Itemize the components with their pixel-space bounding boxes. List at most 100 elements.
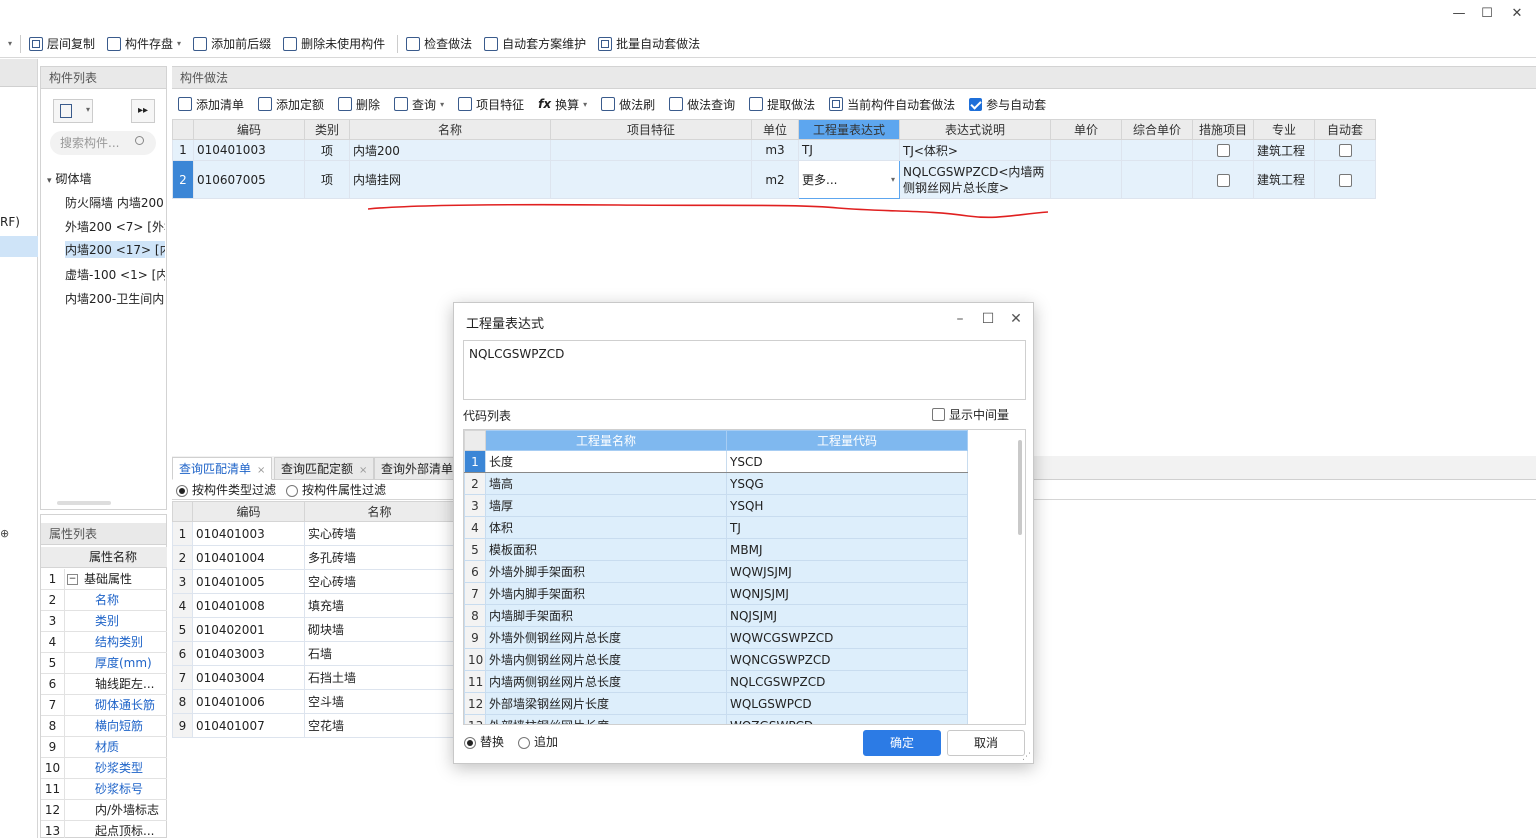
cancel-button[interactable]: 取消	[947, 730, 1025, 756]
filter-type-option[interactable]: 按构件类型过滤	[176, 481, 276, 498]
close-button[interactable]: ✕	[1502, 6, 1532, 21]
floor-copy-button[interactable]: 层间复制	[29, 35, 95, 52]
minimize-button[interactable]: —	[1444, 6, 1474, 21]
col-expr-desc[interactable]: 表达式说明	[899, 119, 1051, 140]
property-row[interactable]: 3 类别	[41, 611, 167, 632]
convert-button[interactable]: fx 换算 ▾	[538, 96, 587, 113]
maximize-icon[interactable]: ☐	[978, 311, 998, 327]
tree-group[interactable]: ▾ 砌体墙	[47, 170, 92, 187]
cell-quantity-code[interactable]: TJ	[726, 516, 968, 539]
cell-code[interactable]: 010401003	[192, 521, 305, 546]
table-row[interactable]: 5 010402001 砌块墙	[172, 617, 455, 642]
chevron-down-icon[interactable]: ▾	[177, 39, 181, 48]
property-row[interactable]: 7 砌体通长筋	[41, 695, 167, 716]
cell-quantity-name[interactable]: 模板面积	[485, 538, 727, 561]
delete-button[interactable]: 删除	[338, 96, 380, 113]
method-query-button[interactable]: 做法查询	[669, 96, 735, 113]
table-row[interactable]: 1 010401003 实心砖墙	[172, 521, 455, 546]
tab-match-quota[interactable]: 查询匹配定额 ×	[274, 457, 375, 480]
add-list-button[interactable]: 添加清单	[178, 96, 244, 113]
cell-name[interactable]: 空斗墙	[304, 689, 455, 714]
cell-quantity-code[interactable]: WQLGSWPCD	[726, 692, 968, 715]
close-icon[interactable]: ×	[257, 465, 265, 476]
cell-measure[interactable]	[1192, 139, 1254, 161]
code-row[interactable]: 3 墙厚 YSQH	[464, 494, 968, 517]
current-auto-button[interactable]: 当前构件自动套做法	[829, 96, 955, 113]
cell-code[interactable]: 010401006	[192, 689, 305, 714]
code-row[interactable]: 1 长度 YSCD	[464, 450, 968, 473]
cell-name[interactable]: 填充墙	[304, 593, 455, 618]
cell-quantity-name[interactable]: 墙厚	[485, 494, 727, 517]
cell-code[interactable]: 010402001	[192, 617, 305, 642]
cell-quantity-name[interactable]: 外墙内脚手架面积	[485, 582, 727, 605]
check-method-button[interactable]: 检查做法	[406, 35, 472, 52]
col-name[interactable]: 名称	[349, 119, 551, 140]
cell-quantity-code[interactable]: YSQG	[726, 472, 968, 495]
tree-item-selected[interactable]: 内墙200 <17> [内	[65, 241, 165, 258]
cell-unit[interactable]: m2	[751, 160, 799, 199]
cell-name[interactable]: 内墙挂网	[349, 160, 551, 199]
table-row[interactable]: 6 010403003 石墙	[172, 641, 455, 666]
cell-name[interactable]: 空心砖墙	[304, 569, 455, 594]
col-major[interactable]: 专业	[1253, 119, 1315, 140]
cell-auto[interactable]	[1314, 139, 1376, 161]
code-row[interactable]: 9 外墙外侧钢丝网片总长度 WQWCGSWPZCD	[464, 626, 968, 649]
property-row[interactable]: 4 结构类别	[41, 632, 167, 653]
cell-major[interactable]: 建筑工程	[1253, 160, 1315, 199]
query-button[interactable]: 查询 ▾	[394, 96, 444, 113]
cell-name[interactable]: 石墙	[304, 641, 455, 666]
minimize-icon[interactable]: –	[950, 311, 970, 327]
cell-code[interactable]: 010401005	[192, 569, 305, 594]
append-option[interactable]: 追加	[518, 733, 558, 750]
col-unit[interactable]: 单位	[751, 119, 799, 140]
cell-price[interactable]	[1050, 160, 1122, 199]
cell-code[interactable]: 010607005	[193, 160, 305, 199]
toolbar-overflow-icon[interactable]: ▾	[8, 39, 12, 48]
cell-type[interactable]: 项	[304, 139, 350, 161]
cell-quantity-name[interactable]: 外墙外脚手架面积	[485, 560, 727, 583]
auto-checkbox[interactable]	[1338, 144, 1352, 157]
code-row[interactable]: 12 外部墙梁钢丝网片长度 WQLGSWPCD	[464, 692, 968, 715]
expression-input[interactable]: NQLCGSWPZCD	[463, 340, 1026, 400]
property-row[interactable]: 8 横向短筋	[41, 716, 167, 737]
cell-type[interactable]: 项	[304, 160, 350, 199]
cell-quantity-code[interactable]: YSQH	[726, 494, 968, 517]
table-row[interactable]: 7 010403004 石挡土墙	[172, 665, 455, 690]
code-row[interactable]: 2 墙高 YSQG	[464, 472, 968, 495]
col-code[interactable]: 编码	[193, 119, 305, 140]
table-row[interactable]: 8 010401006 空斗墙	[172, 689, 455, 714]
chevron-down-icon[interactable]: ▾	[891, 175, 895, 184]
cell-quantity-code[interactable]: WQWJSJMJ	[726, 560, 968, 583]
expand-button[interactable]: ▸▸	[131, 99, 155, 123]
property-row[interactable]: 11 砂浆标号	[41, 779, 167, 800]
property-row[interactable]: 13 起点顶标...	[41, 821, 167, 838]
cell-expression[interactable]: TJ	[798, 139, 900, 161]
code-row[interactable]: 13外部墙柱钢丝网片长度WQZGSWPCD	[464, 714, 968, 724]
cell-code[interactable]: 010401008	[192, 593, 305, 618]
filter-attr-radio[interactable]	[286, 484, 299, 497]
tab-match-list[interactable]: 查询匹配清单 ×	[172, 457, 273, 480]
new-component-button[interactable]: ▾	[53, 99, 93, 123]
close-icon[interactable]: ✕	[1006, 311, 1026, 327]
add-quota-button[interactable]: 添加定额	[258, 96, 324, 113]
col-expression[interactable]: 工程量表达式	[798, 119, 900, 140]
cell-quantity-code[interactable]: WQNCGSWPZCD	[726, 648, 968, 671]
tree-item[interactable]: 内墙200-卫生间内	[65, 290, 165, 307]
collapse-icon[interactable]: ▾	[47, 176, 52, 186]
auto-scheme-button[interactable]: 自动套方案维护	[484, 35, 586, 52]
cell-quantity-name[interactable]: 外墙内侧钢丝网片总长度	[485, 648, 727, 671]
replace-option[interactable]: 替换	[464, 733, 504, 750]
property-row[interactable]: 6 轴线距左...	[41, 674, 167, 695]
cell-feature[interactable]	[550, 139, 752, 161]
table-row[interactable]: 2 010607005 项 内墙挂网 m2 更多... ▾ NQLCGSWPZC…	[172, 160, 1376, 199]
cell-major[interactable]: 建筑工程	[1253, 139, 1315, 161]
cell-quantity-code[interactable]: YSCD	[726, 450, 968, 473]
method-brush-button[interactable]: 做法刷	[601, 96, 655, 113]
col-code[interactable]: 编码	[192, 501, 305, 522]
cell-quantity-name[interactable]: 外部墙柱钢丝网片长度	[485, 714, 727, 724]
replace-radio[interactable]	[464, 736, 476, 749]
cell-expr-desc[interactable]: TJ<体积>	[899, 139, 1051, 161]
property-row[interactable]: 9 材质	[41, 737, 167, 758]
search-icon[interactable]	[135, 136, 144, 145]
cell-code[interactable]: 010403003	[192, 641, 305, 666]
